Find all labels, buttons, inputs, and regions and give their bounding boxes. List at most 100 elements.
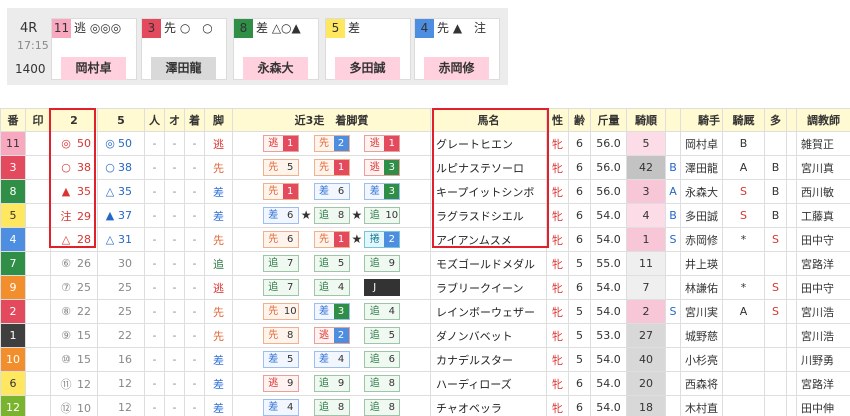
horse-name[interactable]: ラグラスドシエル: [430, 203, 547, 228]
jockey-name[interactable]: 井上瑛: [680, 251, 723, 276]
mark-cell[interactable]: [25, 275, 51, 300]
trainer-name[interactable]: 田中伸: [796, 395, 850, 416]
jockey-name[interactable]: 林謙佑: [680, 275, 723, 300]
table-row[interactable]: 11◎50◎50---逃逃1★先2★逃1グレートヒエン牝656.05岡村卓B雑賀…: [0, 131, 850, 156]
col-o[interactable]: オ: [164, 108, 185, 132]
col-weight[interactable]: 斤量: [590, 108, 627, 132]
col-trainer[interactable]: 調教師: [796, 108, 850, 132]
mark-cell[interactable]: [25, 251, 51, 276]
col-jk[interactable]: 騎厩: [722, 108, 765, 132]
table-row[interactable]: 12⑫1012---差差4★追8★追8チャオベッラ牝654.018木村直田中伸: [0, 395, 850, 416]
trainer-name[interactable]: 西川敏: [796, 179, 850, 204]
past-position: 10: [385, 210, 399, 221]
jockey-name[interactable]: 澤田龍: [680, 155, 723, 180]
trainer-name[interactable]: 田中守: [796, 227, 850, 252]
col5-cell: 22: [97, 323, 145, 348]
trainer-name[interactable]: 宮川浩: [796, 323, 850, 348]
trainer-name[interactable]: 工藤真: [796, 203, 850, 228]
horse-name[interactable]: ハーディローズ: [430, 371, 547, 396]
table-row[interactable]: 1⑨1522---先先8★逃2★追5ダノンバベット牝553.027城野慈宮川浩: [0, 323, 850, 348]
pick-jockey[interactable]: 多田誠: [335, 57, 400, 80]
col-past3[interactable]: 近3走 着脚質: [232, 108, 431, 132]
table-row[interactable]: 7⑥2630---追追7★追5★追9モズゴールドメダル牝555.011井上瑛宮路…: [0, 251, 850, 276]
trainer-name[interactable]: 宮川真: [796, 155, 850, 180]
jockey-trainer-rating: [722, 347, 765, 372]
table-row[interactable]: 8▲35△35---差先1★差6★差3キープイットシンボ牝656.03A永森大S…: [0, 179, 850, 204]
pick-jockey[interactable]: 岡村卓: [61, 57, 126, 80]
horse-age: 6: [568, 131, 591, 156]
past-position: 5: [287, 162, 294, 173]
horse-name[interactable]: キープイットシンボ: [430, 179, 547, 204]
horse-name[interactable]: チャオベッラ: [430, 395, 547, 416]
trainer-name[interactable]: 宮川浩: [796, 299, 850, 324]
col-chaku[interactable]: 着: [184, 108, 205, 132]
col-ban[interactable]: 番: [0, 108, 26, 132]
horse-name[interactable]: ダノンバベット: [430, 323, 547, 348]
horse-weight: 54.0: [590, 275, 627, 300]
mark-cell[interactable]: [25, 395, 51, 416]
jockey-name[interactable]: 赤岡修: [680, 227, 723, 252]
past-style: 先: [268, 186, 279, 197]
trainer-name[interactable]: 田中守: [796, 275, 850, 300]
jockey-trainer-rating: [722, 323, 765, 348]
mark-cell[interactable]: [25, 323, 51, 348]
col-age[interactable]: 齢: [568, 108, 591, 132]
table-row[interactable]: 5 注 29 ▲ 37- - - 差差 6 ★ 追 8 ★ 追 10 ラグラスドシエル牝 6 54.0 4 B 多田誠 S…: [0, 203, 850, 228]
pick-card[interactable]: 3先 ○ ○ 澤田龍: [141, 18, 227, 80]
col-horse-name[interactable]: 馬名: [430, 108, 547, 132]
trainer-name[interactable]: 川野勇: [796, 347, 850, 372]
jockey-name[interactable]: 永森大: [680, 179, 723, 204]
pick-card[interactable]: 8差 △○▲ 永森大: [233, 18, 319, 80]
horse-name[interactable]: グレートヒエン: [430, 131, 547, 156]
jockey-name[interactable]: 城野慈: [680, 323, 723, 348]
trainer-name[interactable]: 雑賀正: [796, 131, 850, 156]
col-ta[interactable]: 多: [764, 108, 787, 132]
horse-name[interactable]: アイアンムスメ: [430, 227, 547, 252]
trainer-name[interactable]: 宮路洋: [796, 251, 850, 276]
table-row[interactable]: 10⑩1516---差差5★差4★追6カナデルスター牝554.040小杉亮川野勇: [0, 347, 850, 372]
jockey-name[interactable]: 西森将: [680, 371, 723, 396]
col-2[interactable]: 2: [50, 108, 98, 132]
horse-name[interactable]: レインボーウェザー: [430, 299, 547, 324]
col-hito[interactable]: 人: [144, 108, 165, 132]
col5-value: 30: [118, 257, 132, 270]
jockey-name[interactable]: 多田誠: [680, 203, 723, 228]
mark-cell[interactable]: [25, 299, 51, 324]
pick-jockey[interactable]: 澤田龍: [151, 57, 216, 80]
mark-cell[interactable]: [25, 227, 51, 252]
jockey-name[interactable]: 岡村卓: [680, 131, 723, 156]
jockey-name[interactable]: 木村直: [680, 395, 723, 416]
pick-card[interactable]: 5 差多田誠: [325, 18, 411, 80]
col-odds-rank[interactable]: 騎順: [626, 108, 666, 132]
mark-cell[interactable]: [25, 203, 51, 228]
table-row[interactable]: 6⑪1212---差逃9★追9★追8ハーディローズ牝654.020西森将宮路洋: [0, 371, 850, 396]
col-5[interactable]: 5: [97, 108, 145, 132]
pick-card[interactable]: 4先 ▲ 注赤岡修: [414, 18, 500, 80]
pick-jockey[interactable]: 永森大: [243, 57, 308, 80]
mark-cell[interactable]: [25, 131, 51, 156]
pick-card[interactable]: 11 逃 ◎◎◎ 岡村卓: [51, 18, 137, 80]
col-in[interactable]: 印: [25, 108, 51, 132]
pick-jockey[interactable]: 赤岡修: [424, 57, 489, 80]
mark-cell[interactable]: [25, 155, 51, 180]
past-style: 先: [319, 234, 329, 245]
jockey-name[interactable]: 小杉亮: [680, 347, 723, 372]
table-row[interactable]: 3○38○38---先先5★先1★逃3ルピナステソーロ牝656.042B澤田龍A…: [0, 155, 850, 180]
col-ashi[interactable]: 脚: [204, 108, 233, 132]
mark-cell[interactable]: [25, 347, 51, 372]
horse-number: 9: [0, 275, 26, 300]
horse-name[interactable]: モズゴールドメダル: [430, 251, 547, 276]
past-3-races: 追7★追5★追9: [232, 251, 431, 276]
horse-name[interactable]: カナデルスター: [430, 347, 547, 372]
horse-name[interactable]: ルピナステソーロ: [430, 155, 547, 180]
table-row[interactable]: 2⑧2225---先先10★差3★追4レインボーウェザー牝554.02S宮川実A…: [0, 299, 850, 324]
mark-cell[interactable]: [25, 179, 51, 204]
col-jockey[interactable]: 騎手: [680, 108, 723, 132]
jockey-name[interactable]: 宮川実: [680, 299, 723, 324]
table-row[interactable]: 4△28△31---先先6★先1★捲2アイアンムスメ牝654.01S赤岡修*S田…: [0, 227, 850, 252]
table-row[interactable]: 9⑦2525---逃追7★追4★J14ラブリークイーン牝654.07林謙佑*S田…: [0, 275, 850, 300]
mark-cell[interactable]: [25, 371, 51, 396]
horse-name[interactable]: ラブリークイーン: [430, 275, 547, 300]
col-sex[interactable]: 性: [546, 108, 569, 132]
trainer-name[interactable]: 宮路洋: [796, 371, 850, 396]
